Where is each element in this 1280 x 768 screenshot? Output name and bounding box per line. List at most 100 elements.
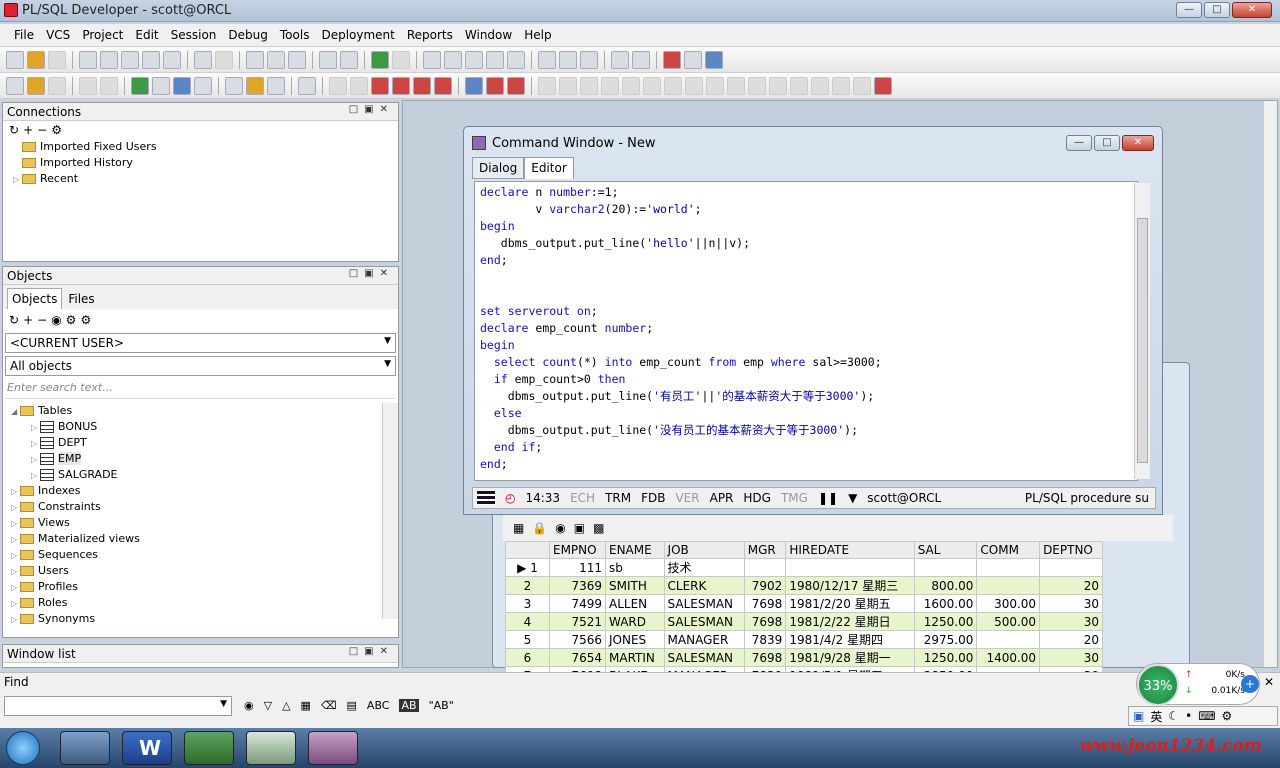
- paste-icon[interactable]: [288, 50, 306, 69]
- key-icon[interactable]: [6, 76, 24, 95]
- grid-cell[interactable]: SMITH: [605, 576, 665, 595]
- grid-cell[interactable]: 1980/12/17 星期三: [785, 576, 915, 595]
- grid-cell[interactable]: ALLEN: [605, 594, 665, 613]
- grid-cell[interactable]: 1250.00: [913, 612, 978, 631]
- grid-cell[interactable]: 7902: [743, 576, 787, 595]
- save-as-icon[interactable]: [100, 50, 118, 69]
- grid-cell[interactable]: 1981/4/2 星期四: [785, 630, 915, 649]
- keyboard-icon[interactable]: ⌨: [1198, 709, 1215, 723]
- new-icon[interactable]: [6, 50, 24, 69]
- grid-cell[interactable]: 30: [1039, 612, 1103, 631]
- tree-item-sequences[interactable]: ▷ Sequences: [11, 547, 398, 563]
- grid-column-header[interactable]: SAL: [913, 541, 978, 559]
- regex-icon[interactable]: "AB": [429, 699, 454, 712]
- grid-cell[interactable]: [976, 630, 1041, 649]
- arrow-red-icon[interactable]: [486, 76, 504, 95]
- editor-scrollbar[interactable]: [1134, 183, 1150, 479]
- grid-cell[interactable]: [743, 558, 787, 577]
- plus-icon[interactable]: +: [1241, 675, 1259, 693]
- menu-session[interactable]: Session: [165, 28, 223, 42]
- grid-cell[interactable]: 20: [1039, 576, 1103, 595]
- grid-cell[interactable]: 800.00: [913, 576, 978, 595]
- ime-language[interactable]: 英: [1150, 708, 1162, 725]
- menu-tools[interactable]: Tools: [274, 28, 316, 42]
- find-next-icon[interactable]: ▽: [264, 699, 272, 712]
- commit-icon[interactable]: [152, 76, 170, 95]
- grid-cell[interactable]: 2: [505, 576, 550, 595]
- grid-cell[interactable]: 7369: [549, 576, 606, 595]
- grid-cell[interactable]: SALESMAN: [663, 594, 745, 613]
- objects-scrollbar[interactable]: [382, 403, 398, 619]
- remove-icon[interactable]: −: [37, 313, 47, 327]
- menu-deployment[interactable]: Deployment: [315, 28, 400, 42]
- user-combo[interactable]: <CURRENT USER> ▼: [5, 333, 396, 353]
- grid-cell[interactable]: 7698: [743, 612, 787, 631]
- table-row[interactable]: 5 7566 JONES MANAGER 7839 1981/4/2 星期四 2975.00…: [505, 630, 1103, 649]
- tool-icon[interactable]: [298, 76, 316, 95]
- grid-cell[interactable]: SALESMAN: [663, 612, 745, 631]
- status-tmg[interactable]: TMG: [781, 491, 808, 505]
- oracle-icon[interactable]: [663, 50, 681, 69]
- grid-cell[interactable]: 1400.00: [976, 648, 1041, 667]
- break-icon[interactable]: [392, 76, 410, 95]
- grid-cell[interactable]: [976, 576, 1041, 595]
- grid-cell[interactable]: 6: [505, 648, 550, 667]
- filter-icon[interactable]: ⚙: [66, 313, 77, 327]
- table-row[interactable]: 6 7654 MARTIN SALESMAN 7698 1981/9/28 星期一 1250…: [505, 648, 1103, 667]
- tree-item-table-dept[interactable]: ▷ DEPT: [11, 435, 398, 451]
- compare-icon[interactable]: [267, 76, 285, 95]
- cmd-minimize-button[interactable]: —: [1066, 135, 1092, 151]
- status-hdg[interactable]: HDG: [743, 491, 771, 505]
- open-icon[interactable]: [27, 50, 45, 69]
- tree-item-indexes[interactable]: ▷ Indexes: [11, 483, 398, 499]
- tree-item-roles[interactable]: ▷ Roles: [11, 595, 398, 611]
- whole-word-icon[interactable]: AB: [399, 699, 419, 712]
- grid-cell[interactable]: 1981/9/28 星期一: [785, 648, 915, 667]
- grid-cell[interactable]: SALESMAN: [663, 648, 745, 667]
- grid-cell[interactable]: 30: [1039, 594, 1103, 613]
- grid-cell[interactable]: 1250.00: [913, 648, 978, 667]
- menu-help[interactable]: Help: [518, 28, 557, 42]
- taskbar-app-word[interactable]: W: [122, 731, 172, 765]
- car-icon[interactable]: [507, 76, 525, 95]
- uppercase-icon[interactable]: [465, 50, 483, 69]
- cmd-close-button[interactable]: ✕: [1122, 135, 1154, 151]
- window-cascade-icon[interactable]: [559, 50, 577, 69]
- filter-edit-icon[interactable]: ⚙: [80, 313, 91, 327]
- workspace-scrollbar[interactable]: [1263, 101, 1277, 667]
- lowercase-icon[interactable]: [486, 50, 504, 69]
- grid-cell[interactable]: 1981/2/20 星期五: [785, 594, 915, 613]
- tree-item-recent[interactable]: ▷ Recent: [13, 171, 398, 187]
- copy-icon[interactable]: [267, 50, 285, 69]
- grid-cell[interactable]: ▶ 1: [505, 558, 550, 577]
- grid-cell[interactable]: 3: [505, 594, 550, 613]
- grid-cell[interactable]: 技术: [663, 558, 745, 577]
- table-row[interactable]: 3 7499 ALLEN SALESMAN 7698 1981/2/20 星期五 1600.…: [505, 594, 1103, 613]
- tree-item-synonyms[interactable]: ▷ Synonyms: [11, 611, 398, 627]
- grid-column-header[interactable]: ENAME: [605, 541, 665, 559]
- menu-vcs[interactable]: VCS: [40, 28, 76, 42]
- refresh-icon[interactable]: ↻: [9, 123, 19, 137]
- status-ver[interactable]: VER: [675, 491, 699, 505]
- grid-cell[interactable]: MANAGER: [663, 630, 745, 649]
- cmd-maximize-button[interactable]: □: [1094, 135, 1120, 151]
- arrange-icon[interactable]: [632, 50, 650, 69]
- grid-cell[interactable]: sb: [605, 558, 665, 577]
- match-case-icon[interactable]: ABC: [367, 699, 390, 712]
- grid-cell[interactable]: 7521: [549, 612, 606, 631]
- database-icon[interactable]: [173, 76, 191, 95]
- punct-icon[interactable]: •: [1185, 709, 1192, 723]
- minimize-button[interactable]: —: [1176, 2, 1202, 18]
- taskbar-app-paint[interactable]: [60, 731, 110, 765]
- grid-cell[interactable]: CLERK: [663, 576, 745, 595]
- find-previous-icon[interactable]: △: [282, 699, 290, 712]
- window-tile-icon[interactable]: [538, 50, 556, 69]
- wrench-icon[interactable]: [225, 76, 243, 95]
- stop-icon[interactable]: [371, 76, 389, 95]
- window-list-icon[interactable]: [580, 50, 598, 69]
- tab-files[interactable]: Files: [64, 289, 98, 309]
- grid-cell[interactable]: 7698: [743, 648, 787, 667]
- grid-cell[interactable]: 7499: [549, 594, 606, 613]
- menu-edit[interactable]: Edit: [129, 28, 164, 42]
- tab-editor[interactable]: Editor: [524, 157, 574, 179]
